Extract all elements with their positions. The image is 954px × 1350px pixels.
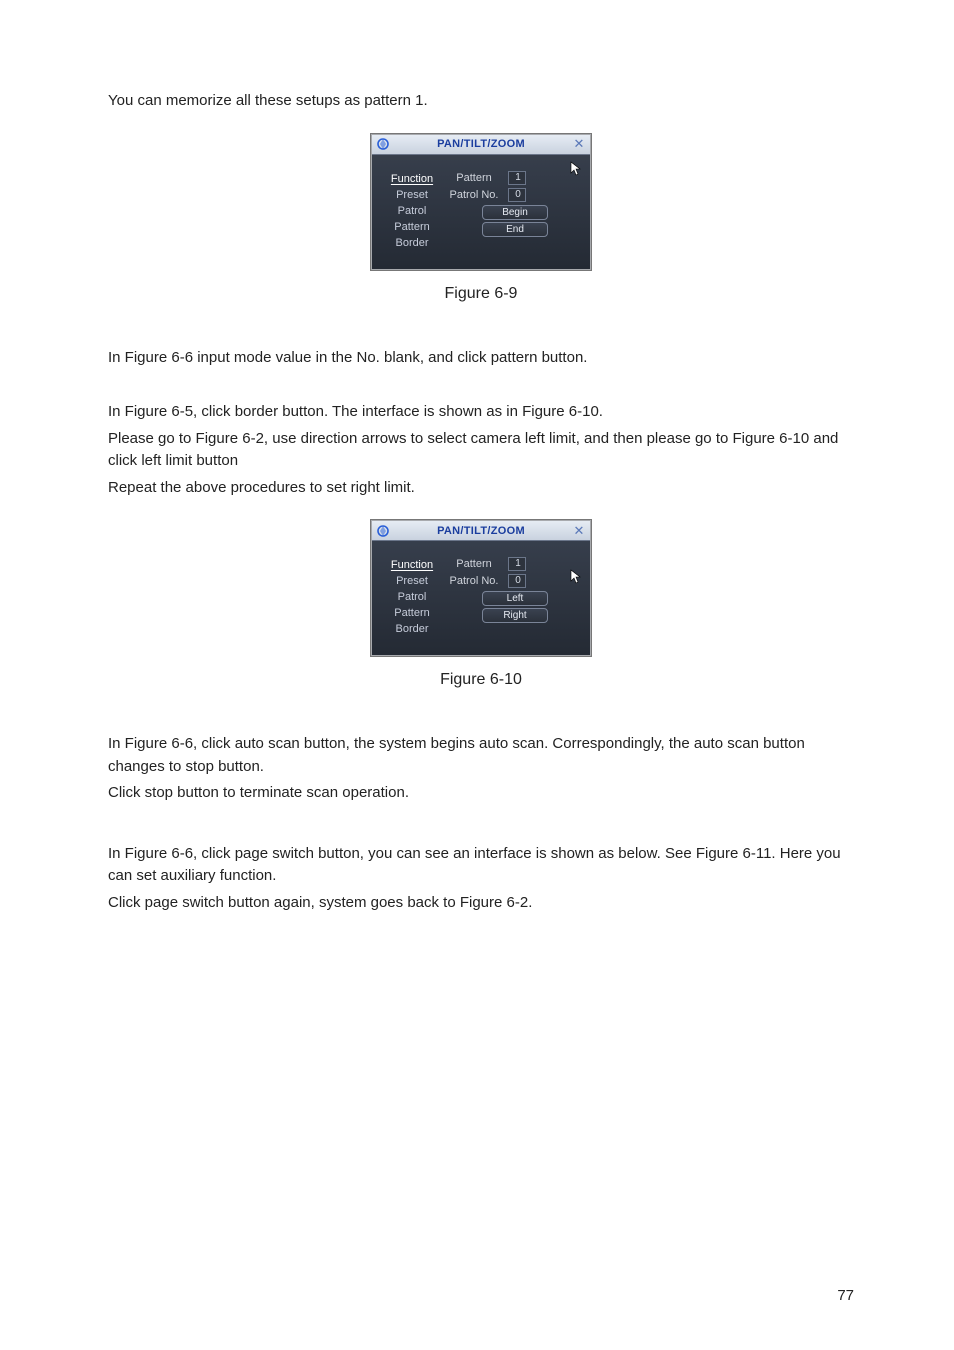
patrol-no-field[interactable]: 0 [508, 188, 526, 202]
cursor-icon [570, 161, 582, 182]
body-text: You can memorize all these setups as pat… [108, 90, 854, 113]
left-button[interactable]: Left [482, 591, 548, 606]
app-icon [374, 135, 392, 153]
pattern-label: Pattern [446, 172, 502, 184]
pattern-field[interactable]: 1 [508, 557, 526, 571]
sidebar-item-border[interactable]: Border [382, 621, 442, 637]
figure-caption: Figure 6-10 [108, 671, 854, 689]
patrol-no-label: Patrol No. [446, 575, 502, 587]
page-number: 77 [837, 1287, 854, 1304]
sidebar-item-pattern[interactable]: Pattern [382, 219, 442, 235]
body-text: Click stop button to terminate scan oper… [108, 782, 854, 805]
body-text: Please go to Figure 6-2, use direction a… [108, 428, 854, 473]
body-text: Repeat the above procedures to set right… [108, 477, 854, 500]
patrol-no-field[interactable]: 0 [508, 574, 526, 588]
app-icon [374, 522, 392, 540]
sidebar-item-preset[interactable]: Preset [382, 573, 442, 589]
sidebar-item-pattern[interactable]: Pattern [382, 605, 442, 621]
figure-caption: Figure 6-9 [108, 285, 854, 303]
sidebar-item-function[interactable]: Function [382, 171, 442, 187]
ptz-dialog: PAN/TILT/ZOOM ✕ Function Preset Patrol P… [370, 133, 592, 271]
figure-6-10: PAN/TILT/ZOOM ✕ Function Preset Patrol P… [108, 519, 854, 689]
ptz-dialog: PAN/TILT/ZOOM ✕ Function Preset Patrol P… [370, 519, 592, 657]
sidebar-item-preset[interactable]: Preset [382, 187, 442, 203]
close-icon[interactable]: ✕ [570, 135, 588, 153]
pattern-field[interactable]: 1 [508, 171, 526, 185]
dialog-title: PAN/TILT/ZOOM [392, 525, 570, 537]
pattern-label: Pattern [446, 558, 502, 570]
sidebar-item-patrol[interactable]: Patrol [382, 203, 442, 219]
close-icon[interactable]: ✕ [570, 522, 588, 540]
sidebar-item-patrol[interactable]: Patrol [382, 589, 442, 605]
body-text: In Figure 6-6, click auto scan button, t… [108, 733, 854, 778]
right-button[interactable]: Right [482, 608, 548, 623]
sidebar-item-function[interactable]: Function [382, 557, 442, 573]
body-text: In Figure 6-6 input mode value in the No… [108, 347, 854, 370]
body-text: In Figure 6-6, click page switch button,… [108, 843, 854, 888]
cursor-icon [570, 569, 582, 590]
body-text: Click page switch button again, system g… [108, 892, 854, 915]
end-button[interactable]: End [482, 222, 548, 237]
figure-6-9: PAN/TILT/ZOOM ✕ Function Preset Patrol P… [108, 133, 854, 303]
dialog-title: PAN/TILT/ZOOM [392, 138, 570, 150]
body-text: In Figure 6-5, click border button. The … [108, 401, 854, 424]
patrol-no-label: Patrol No. [446, 189, 502, 201]
begin-button[interactable]: Begin [482, 205, 548, 220]
sidebar-item-border[interactable]: Border [382, 235, 442, 251]
